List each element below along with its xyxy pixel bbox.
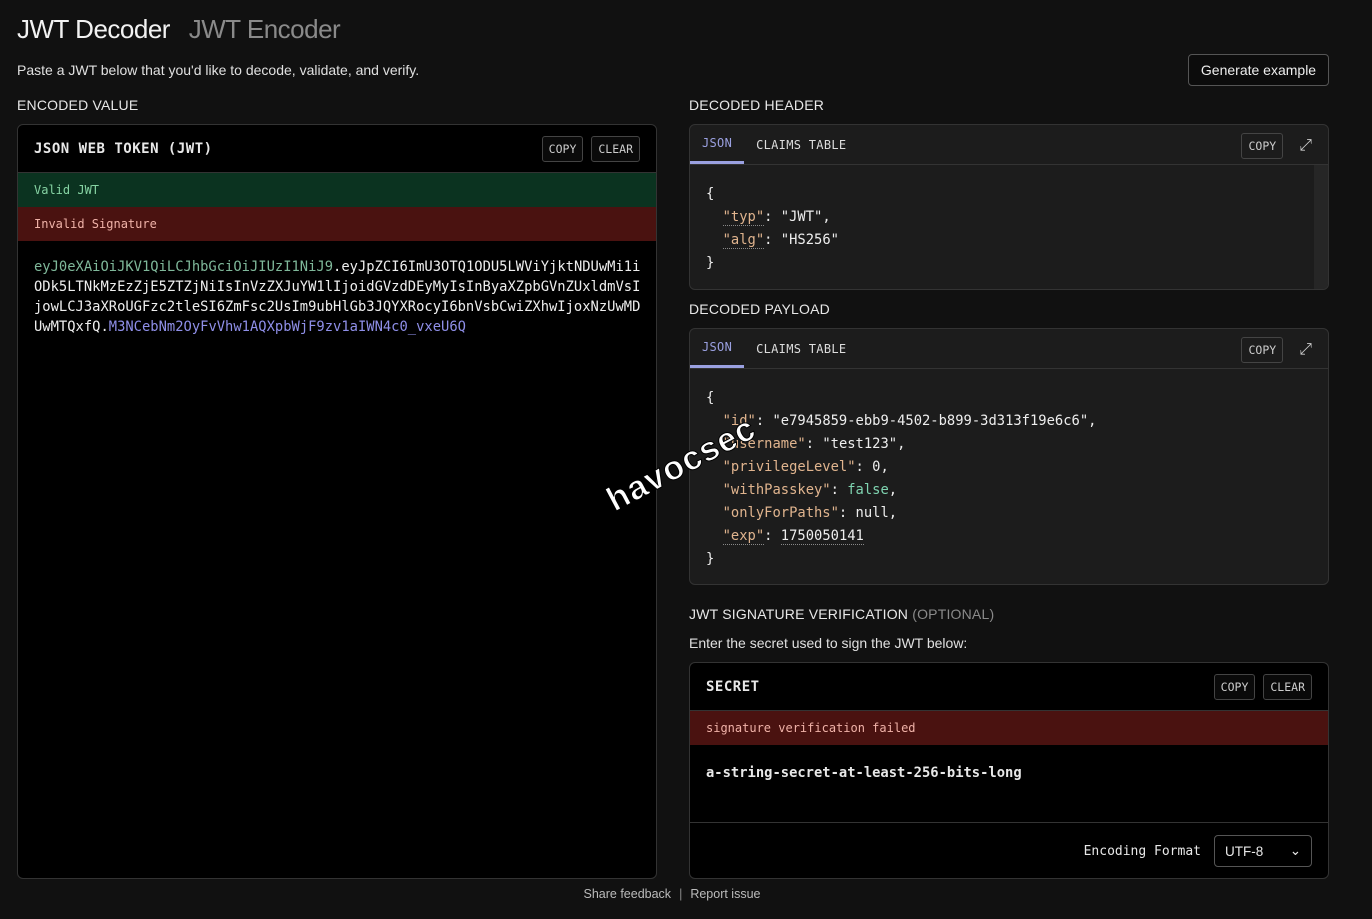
encoding-value: UTF-8 <box>1225 844 1263 859</box>
footer: Share feedback | Report issue <box>0 887 1344 901</box>
jwt-panel-title: JSON WEB TOKEN (JWT) <box>34 141 213 157</box>
expand-icon[interactable]: ⤢ <box>1299 137 1312 155</box>
header-json: { "typ": "JWT", "alg": "HS256" } <box>690 165 1328 290</box>
json-key: "alg" <box>723 232 765 249</box>
token-dot: . <box>100 319 108 335</box>
secret-input[interactable]: a-string-secret-at-least-256-bits-long <box>690 745 1328 823</box>
payload-tab-json[interactable]: JSON <box>690 329 744 368</box>
mode-tabs: JWT Decoder JWT Encoder <box>17 14 352 45</box>
signature-failed-status: signature verification failed <box>690 711 1328 745</box>
optional-label: (OPTIONAL) <box>912 606 994 622</box>
json-key: "withPasskey" <box>723 482 831 498</box>
decoded-payload-panel: JSON CLAIMS TABLE COPY ⤢ { "id": "e794585… <box>689 328 1329 585</box>
json-key: "privilegeLevel" <box>723 459 856 475</box>
secret-panel: SECRET COPY CLEAR signature verification… <box>689 662 1329 879</box>
scrollbar[interactable] <box>1314 165 1328 289</box>
json-value: "JWT" <box>781 209 823 225</box>
json-value: 0 <box>872 459 880 475</box>
generate-example-button[interactable]: Generate example <box>1188 54 1329 86</box>
tab-jwt-encoder[interactable]: JWT Encoder <box>189 14 341 44</box>
decoded-header-label: DECODED HEADER <box>689 97 824 113</box>
copy-payload-button[interactable]: COPY <box>1241 337 1283 363</box>
token-header: eyJ0eXAiOiJKV1QiLCJhbGciOiJIUzI1NiJ9 <box>34 259 333 275</box>
json-key: "exp" <box>723 528 765 545</box>
payload-tab-claims-table[interactable]: CLAIMS TABLE <box>744 329 858 368</box>
signature-instructions: Enter the secret used to sign the JWT be… <box>689 635 967 651</box>
json-value: null <box>856 505 889 521</box>
report-issue-link[interactable]: Report issue <box>690 887 760 901</box>
json-value: "e7945859-ebb9-4502-b899-3d313f19e6c6" <box>772 413 1088 429</box>
footer-separator: | <box>679 887 682 901</box>
clear-secret-button[interactable]: CLEAR <box>1263 674 1312 700</box>
encoding-format-select[interactable]: UTF-8 ⌄ <box>1214 835 1312 867</box>
payload-json: { "id": "e7945859-ebb9-4502-b899-3d313f1… <box>690 369 1328 585</box>
signature-verification-label: JWT SIGNATURE VERIFICATION (OPTIONAL) <box>689 606 994 622</box>
copy-header-button[interactable]: COPY <box>1241 133 1283 159</box>
expand-icon[interactable]: ⤢ <box>1299 341 1312 359</box>
tab-jwt-decoder[interactable]: JWT Decoder <box>17 14 170 44</box>
chevron-down-icon: ⌄ <box>1290 843 1301 859</box>
copy-jwt-button[interactable]: COPY <box>542 136 584 162</box>
encoded-value-label: ENCODED VALUE <box>17 97 138 113</box>
encoded-panel: JSON WEB TOKEN (JWT) COPY CLEAR Valid JW… <box>17 124 657 879</box>
clear-jwt-button[interactable]: CLEAR <box>591 136 640 162</box>
token-signature: M3NCebNm2OyFvVhw1AQXpbWjF9zv1aIWN4c0_vxe… <box>109 319 466 335</box>
jwt-input[interactable]: eyJ0eXAiOiJKV1QiLCJhbGciOiJIUzI1NiJ9.eyJ… <box>18 241 657 353</box>
encoding-format-label: Encoding Format <box>1084 844 1201 859</box>
share-feedback-link[interactable]: Share feedback <box>584 887 672 901</box>
signature-label-text: JWT SIGNATURE VERIFICATION <box>689 606 908 622</box>
json-value: "HS256" <box>781 232 839 248</box>
header-tab-json[interactable]: JSON <box>690 125 744 164</box>
json-key: "onlyForPaths" <box>723 505 839 521</box>
decoded-payload-label: DECODED PAYLOAD <box>689 301 830 317</box>
header-tab-claims-table[interactable]: CLAIMS TABLE <box>744 125 858 164</box>
json-key: "typ" <box>723 209 765 226</box>
json-value: 1750050141 <box>781 528 864 545</box>
invalid-signature-status: Invalid Signature <box>18 207 656 241</box>
json-value: false <box>847 482 889 498</box>
secret-panel-title: SECRET <box>706 679 760 695</box>
decoded-header-panel: JSON CLAIMS TABLE COPY ⤢ { "typ": "JWT", … <box>689 124 1329 290</box>
valid-jwt-status: Valid JWT <box>18 173 656 207</box>
page-subtitle: Paste a JWT below that you'd like to dec… <box>17 62 419 78</box>
json-value: "test123" <box>822 436 897 452</box>
copy-secret-button[interactable]: COPY <box>1214 674 1256 700</box>
